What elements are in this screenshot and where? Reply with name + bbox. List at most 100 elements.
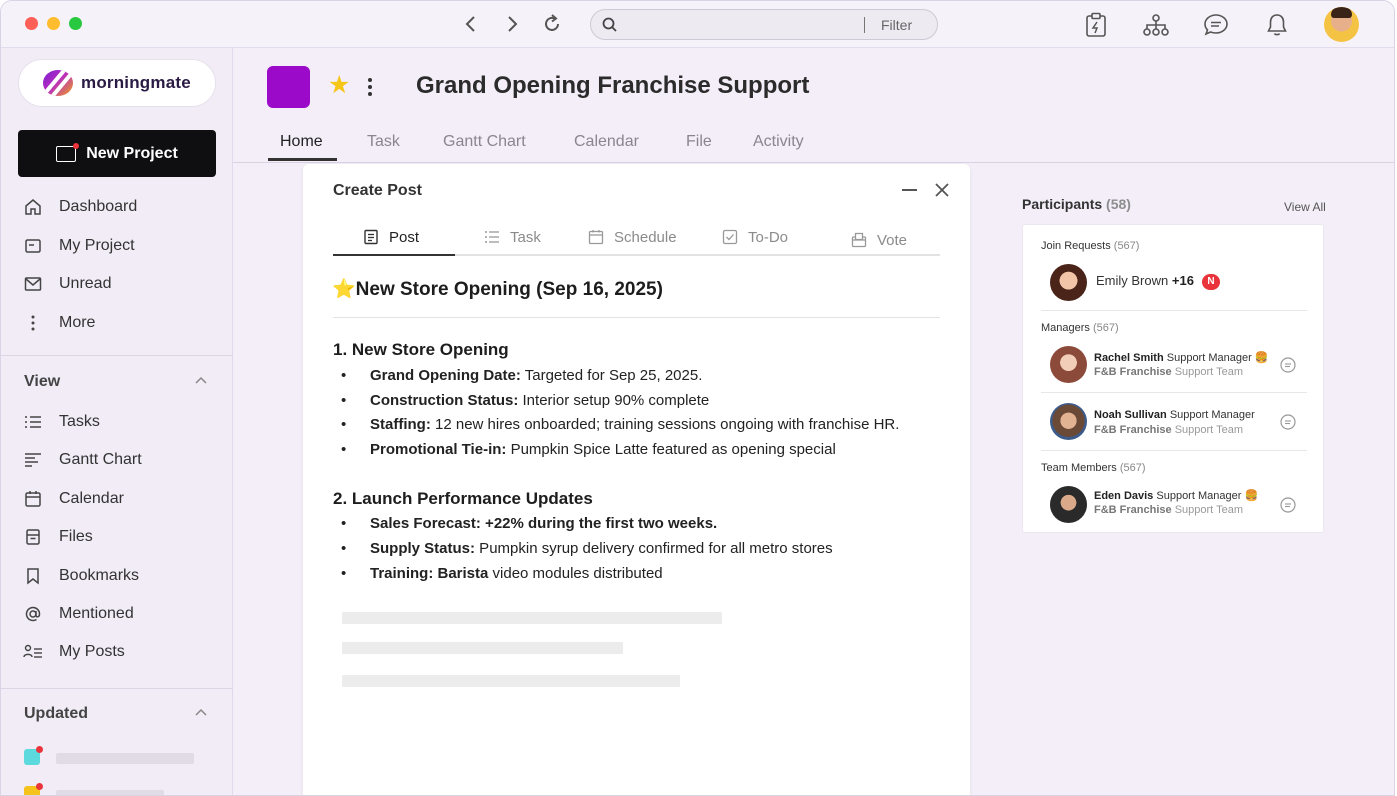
reload-icon[interactable] bbox=[539, 11, 565, 37]
sidebar-item-label: Dashboard bbox=[59, 198, 138, 215]
search-icon bbox=[601, 16, 619, 39]
search-separator bbox=[864, 17, 865, 33]
sidebar-item-tasks[interactable]: Tasks bbox=[23, 410, 100, 434]
logo[interactable]: morningmate bbox=[18, 59, 216, 107]
bookmark-icon bbox=[23, 566, 43, 586]
placeholder-bar bbox=[56, 753, 194, 764]
calendar-icon bbox=[588, 230, 604, 245]
project-tabs: Home Task Gantt Chart Calendar File Acti… bbox=[233, 119, 1394, 163]
avatar[interactable] bbox=[1050, 264, 1087, 301]
bell-icon[interactable] bbox=[1263, 11, 1291, 39]
gantt-icon bbox=[23, 450, 43, 470]
more-vertical-icon[interactable] bbox=[363, 75, 377, 99]
chevron-up-icon[interactable] bbox=[194, 374, 208, 388]
back-icon[interactable] bbox=[458, 11, 484, 37]
star-icon[interactable]: ★ bbox=[328, 73, 350, 98]
tab-file[interactable]: File bbox=[686, 133, 712, 151]
new-project-button[interactable]: New Project bbox=[18, 130, 216, 177]
member-name[interactable]: Rachel Smith Support Manager 🍔 bbox=[1094, 351, 1269, 364]
tab-vote[interactable]: Vote bbox=[851, 230, 907, 250]
updated-item[interactable] bbox=[24, 783, 204, 795]
sidebar-item-files[interactable]: Files bbox=[23, 525, 93, 549]
search-input[interactable] bbox=[625, 14, 855, 36]
tab-task[interactable]: Task bbox=[484, 227, 541, 247]
tab-label: Vote bbox=[877, 231, 908, 249]
updated-item[interactable] bbox=[24, 746, 204, 765]
clipboard-icon[interactable] bbox=[1082, 11, 1110, 39]
minimize-icon[interactable] bbox=[902, 189, 917, 191]
post-heading[interactable]: ⭐New Store Opening (Sep 16, 2025) bbox=[332, 277, 663, 301]
tab-gantt-chart[interactable]: Gantt Chart bbox=[443, 133, 526, 151]
list-item[interactable]: • Training: Barista video modules distrib… bbox=[341, 565, 663, 582]
sidebar-divider bbox=[1, 688, 233, 689]
sidebar-item-bookmarks[interactable]: Bookmarks bbox=[23, 564, 139, 588]
sidebar-divider bbox=[1, 355, 233, 356]
sidebar-item-label: Bookmarks bbox=[59, 567, 140, 584]
tab-to-do[interactable]: To-Do bbox=[722, 227, 788, 247]
tab-post[interactable]: Post bbox=[363, 227, 419, 247]
view-all-link[interactable]: View All bbox=[1284, 200, 1326, 214]
minimize-window-button[interactable] bbox=[47, 17, 60, 30]
section-heading[interactable]: 1. New Store Opening bbox=[333, 340, 509, 360]
close-icon[interactable] bbox=[933, 181, 951, 199]
project-icon bbox=[23, 236, 43, 256]
org-chart-icon[interactable] bbox=[1142, 11, 1170, 39]
avatar[interactable] bbox=[1050, 403, 1087, 440]
placeholder-line bbox=[342, 612, 722, 624]
sidebar-item-label: Files bbox=[59, 528, 93, 545]
tab-task[interactable]: Task bbox=[367, 133, 400, 151]
divider bbox=[1041, 392, 1307, 393]
participants-title: Participants (58) bbox=[1022, 196, 1131, 212]
chat-icon[interactable] bbox=[1279, 356, 1297, 374]
avatar[interactable] bbox=[1050, 486, 1087, 523]
member-name[interactable]: Noah Sullivan Support Manager bbox=[1094, 409, 1255, 421]
list-item[interactable]: • Construction Status: Interior setup 90%… bbox=[341, 392, 709, 409]
list-item[interactable]: • Promotional Tie-in: Pumpkin Spice Latte… bbox=[341, 441, 836, 458]
sidebar-item-my-posts[interactable]: My Posts bbox=[23, 640, 125, 664]
sidebar-item-my-project[interactable]: My Project bbox=[23, 234, 135, 258]
tab-label: Task bbox=[510, 228, 541, 246]
search-bar[interactable]: Filter bbox=[590, 9, 938, 40]
chevron-up-icon[interactable] bbox=[194, 706, 208, 720]
view-section-title: View bbox=[24, 373, 61, 390]
new-project-label: New Project bbox=[86, 144, 178, 162]
document-icon bbox=[364, 229, 378, 245]
tab-calendar[interactable]: Calendar bbox=[574, 133, 639, 151]
chat-icon[interactable] bbox=[1279, 496, 1297, 514]
sidebar-item-dashboard[interactable]: Dashboard bbox=[23, 195, 137, 219]
chat-icon[interactable] bbox=[1202, 11, 1230, 39]
tab-home[interactable]: Home bbox=[280, 133, 323, 151]
list-item[interactable]: • Grand Opening Date: Targeted for Sep 25… bbox=[341, 367, 702, 384]
sidebar-item-gantt-chart[interactable]: Gantt Chart bbox=[23, 448, 142, 472]
forward-icon[interactable] bbox=[499, 11, 525, 37]
tab-activity[interactable]: Activity bbox=[753, 133, 804, 151]
list-icon bbox=[23, 412, 43, 432]
close-window-button[interactable] bbox=[25, 17, 38, 30]
ballot-box-icon bbox=[851, 232, 867, 248]
sidebar-item-mentioned[interactable]: Mentioned bbox=[23, 602, 134, 626]
list-item[interactable]: • Staffing: 12 new hires onboarded; train… bbox=[341, 416, 899, 433]
join-request-summary[interactable]: Emily Brown +16 N bbox=[1096, 273, 1220, 290]
member-name[interactable]: Eden Davis Support Manager 🍔 bbox=[1094, 489, 1258, 502]
sidebar-item-unread[interactable]: Unread bbox=[23, 272, 111, 296]
managers-label: Managers (567) bbox=[1041, 322, 1119, 334]
sidebar-item-more[interactable]: More bbox=[23, 311, 95, 335]
create-post-title: Create Post bbox=[333, 182, 422, 199]
heading-divider bbox=[333, 317, 940, 318]
section-heading[interactable]: 2. Launch Performance Updates bbox=[333, 489, 593, 509]
placeholder-bar bbox=[56, 790, 164, 795]
active-tab-indicator bbox=[268, 158, 337, 161]
sidebar-item-calendar[interactable]: Calendar bbox=[23, 487, 124, 511]
tab-schedule[interactable]: Schedule bbox=[588, 227, 677, 247]
chat-icon[interactable] bbox=[1279, 413, 1297, 431]
user-list-icon bbox=[23, 642, 43, 662]
sidebar-item-label: Gantt Chart bbox=[59, 451, 142, 468]
list-item[interactable]: • Sales Forecast: +22% during the first t… bbox=[341, 515, 717, 532]
filter-button[interactable]: Filter bbox=[881, 17, 912, 33]
avatar[interactable] bbox=[1050, 346, 1087, 383]
sidebar-item-label: Unread bbox=[59, 275, 112, 292]
user-avatar[interactable] bbox=[1324, 7, 1359, 42]
maximize-window-button[interactable] bbox=[69, 17, 82, 30]
list-item[interactable]: • Supply Status: Pumpkin syrup delivery c… bbox=[341, 540, 833, 557]
app-window: Filter morningmate New Project Dashboard bbox=[0, 0, 1395, 796]
